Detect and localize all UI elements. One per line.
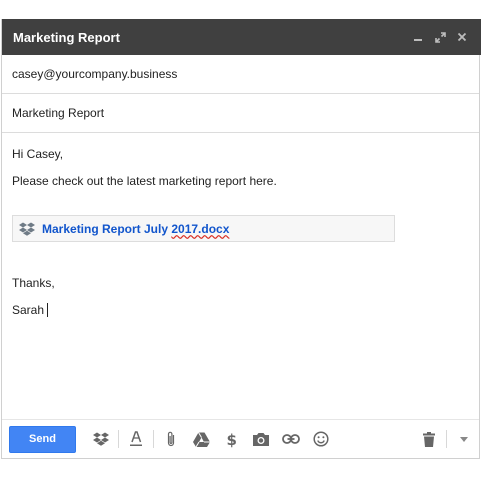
compose-toolbar: Send $ bbox=[2, 419, 479, 458]
trash-icon[interactable] bbox=[414, 426, 444, 452]
toolbar-divider bbox=[446, 430, 447, 448]
closing-text: Thanks, bbox=[12, 276, 55, 290]
emoji-icon[interactable] bbox=[306, 426, 336, 452]
drive-icon[interactable] bbox=[186, 426, 216, 452]
signature-text: Sarah bbox=[12, 303, 45, 317]
recipient-field[interactable]: casey@yourcompany.business bbox=[2, 55, 479, 94]
attachment-name-part2: 2017.docx bbox=[171, 221, 230, 236]
attachment-chip[interactable]: Marketing Report July 2017.docx bbox=[12, 215, 395, 242]
toolbar-divider bbox=[118, 430, 119, 448]
window-controls bbox=[407, 26, 473, 48]
more-options-icon[interactable] bbox=[449, 426, 479, 452]
close-icon[interactable] bbox=[451, 26, 473, 48]
attachment-name[interactable]: Marketing Report July 2017.docx bbox=[42, 222, 229, 236]
dropbox-icon bbox=[19, 222, 35, 236]
text-format-icon[interactable] bbox=[121, 426, 151, 452]
message-body[interactable]: Hi Casey, Please check out the latest ma… bbox=[2, 134, 479, 419]
compose-window: Marketing Report casey@yourcompany.busin… bbox=[1, 19, 481, 459]
attachment-name-part1: Marketing Report July bbox=[42, 221, 172, 236]
subject-field[interactable]: Marketing Report bbox=[2, 94, 479, 133]
minimize-icon[interactable] bbox=[407, 26, 429, 48]
compose-titlebar[interactable]: Marketing Report bbox=[2, 19, 481, 55]
greeting-text: Hi Casey, bbox=[12, 147, 64, 161]
subject-value: Marketing Report bbox=[12, 106, 105, 120]
link-icon[interactable] bbox=[276, 426, 306, 452]
attach-icon[interactable] bbox=[156, 426, 186, 452]
money-icon[interactable]: $ bbox=[216, 426, 246, 452]
svg-text:$: $ bbox=[226, 431, 236, 448]
body-line-text: Please check out the latest marketing re… bbox=[12, 174, 277, 188]
recipient-value: casey@yourcompany.business bbox=[12, 67, 178, 81]
send-button[interactable]: Send bbox=[9, 425, 76, 453]
text-cursor bbox=[47, 303, 49, 317]
camera-icon[interactable] bbox=[246, 426, 276, 452]
dropbox-icon[interactable] bbox=[86, 426, 116, 452]
expand-icon[interactable] bbox=[429, 26, 451, 48]
signature-line: Sarah bbox=[12, 303, 49, 317]
toolbar-divider bbox=[153, 430, 154, 448]
compose-title: Marketing Report bbox=[13, 29, 120, 45]
